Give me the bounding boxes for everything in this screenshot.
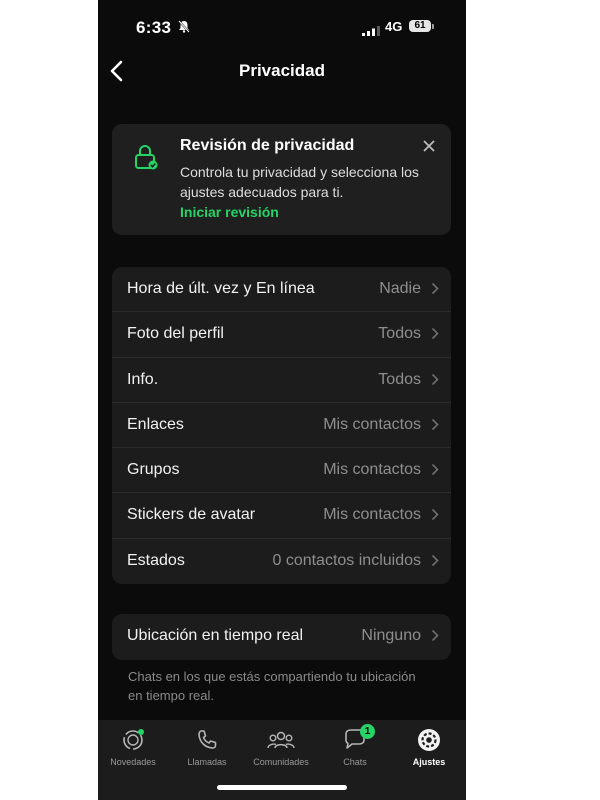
tab-comunidades[interactable]: Comunidades (244, 726, 318, 767)
live-location-row[interactable]: Ubicación en tiempo real Ninguno (112, 614, 451, 660)
network-type: 4G (385, 19, 403, 34)
setting-value: Ninguno (361, 627, 421, 644)
phone-icon (198, 730, 217, 749)
setting-avatar-stickers[interactable]: Stickers de avatar Mis contactos (112, 493, 451, 539)
tab-llamadas[interactable]: Llamadas (170, 726, 244, 767)
tab-label: Comunidades (253, 757, 309, 767)
setting-value: Todos (378, 325, 421, 343)
privacy-review-card: Revisión de privacidad Controla tu priva… (112, 124, 451, 235)
communities-icon (267, 731, 295, 749)
setting-value: Todos (378, 370, 421, 388)
setting-label: Info. (127, 370, 159, 388)
setting-label: Foto del perfil (127, 325, 224, 343)
settings-icon (418, 729, 440, 751)
setting-value: Mis contactos (323, 506, 421, 524)
tab-label: Novedades (110, 757, 156, 767)
setting-label: Grupos (127, 461, 180, 479)
setting-label: Enlaces (127, 415, 184, 433)
live-location-note: Chats en los que estás compartiendo tu u… (128, 669, 416, 703)
setting-info[interactable]: Info. Todos (112, 358, 451, 403)
tab-novedades[interactable]: Novedades (98, 726, 170, 767)
tab-label: Llamadas (187, 757, 227, 767)
page-title: Privacidad (239, 61, 325, 80)
setting-label: Stickers de avatar (127, 506, 256, 524)
privacy-review-description: Controla tu privacidad y selecciona los … (180, 164, 419, 200)
phone-screen: 6:33 4G 61 Privacidad Revisión de privac… (98, 0, 466, 800)
tab-chats[interactable]: 1 Chats (318, 724, 392, 767)
chevron-right-icon (431, 509, 439, 521)
lock-check-icon (134, 144, 158, 175)
status-bar: 6:33 4G 61 (98, 14, 466, 42)
setting-value: 0 contactos incluidos (272, 551, 421, 569)
setting-links[interactable]: Enlaces Mis contactos (112, 403, 451, 449)
status-icon (123, 729, 144, 750)
setting-value: Mis contactos (323, 415, 421, 433)
unread-badge: 1 (360, 724, 375, 739)
privacy-settings-list: Hora de últ. vez y En línea Nadie Foto d… (112, 267, 451, 585)
setting-status[interactable]: Estados 0 contactos incluidos (112, 539, 451, 584)
chevron-right-icon (431, 282, 439, 295)
battery-tip (432, 24, 434, 29)
setting-last-seen[interactable]: Hora de últ. vez y En línea Nadie (112, 267, 451, 313)
tab-ajustes[interactable]: Ajustes (392, 726, 466, 767)
chevron-right-icon (431, 373, 439, 385)
setting-live-location[interactable]: Ubicación en tiempo real Ninguno (112, 614, 451, 659)
start-review-link[interactable]: Iniciar revisión (180, 204, 279, 220)
privacy-review-title: Revisión de privacidad (180, 137, 355, 154)
tab-label: Chats (343, 757, 367, 767)
signal-icon (362, 23, 380, 41)
setting-value: Nadie (379, 280, 421, 297)
tab-label: Ajustes (412, 757, 446, 767)
home-indicator (217, 785, 347, 790)
chevron-right-icon (431, 418, 439, 430)
chevron-right-icon (431, 629, 439, 642)
setting-groups[interactable]: Grupos Mis contactos (112, 448, 451, 494)
status-time: 6:33 (136, 18, 172, 37)
muted-bell-icon (178, 20, 190, 38)
setting-label: Hora de últ. vez y En línea (127, 280, 315, 297)
battery-icon: 61 (409, 20, 431, 32)
setting-profile-photo[interactable]: Foto del perfil Todos (112, 312, 451, 358)
chevron-right-icon (431, 554, 439, 566)
setting-value: Mis contactos (323, 461, 421, 479)
setting-label: Ubicación en tiempo real (127, 627, 304, 644)
chevron-right-icon (431, 464, 439, 476)
chevron-right-icon (431, 328, 439, 340)
close-icon[interactable] (419, 136, 439, 156)
setting-label: Estados (127, 551, 185, 569)
